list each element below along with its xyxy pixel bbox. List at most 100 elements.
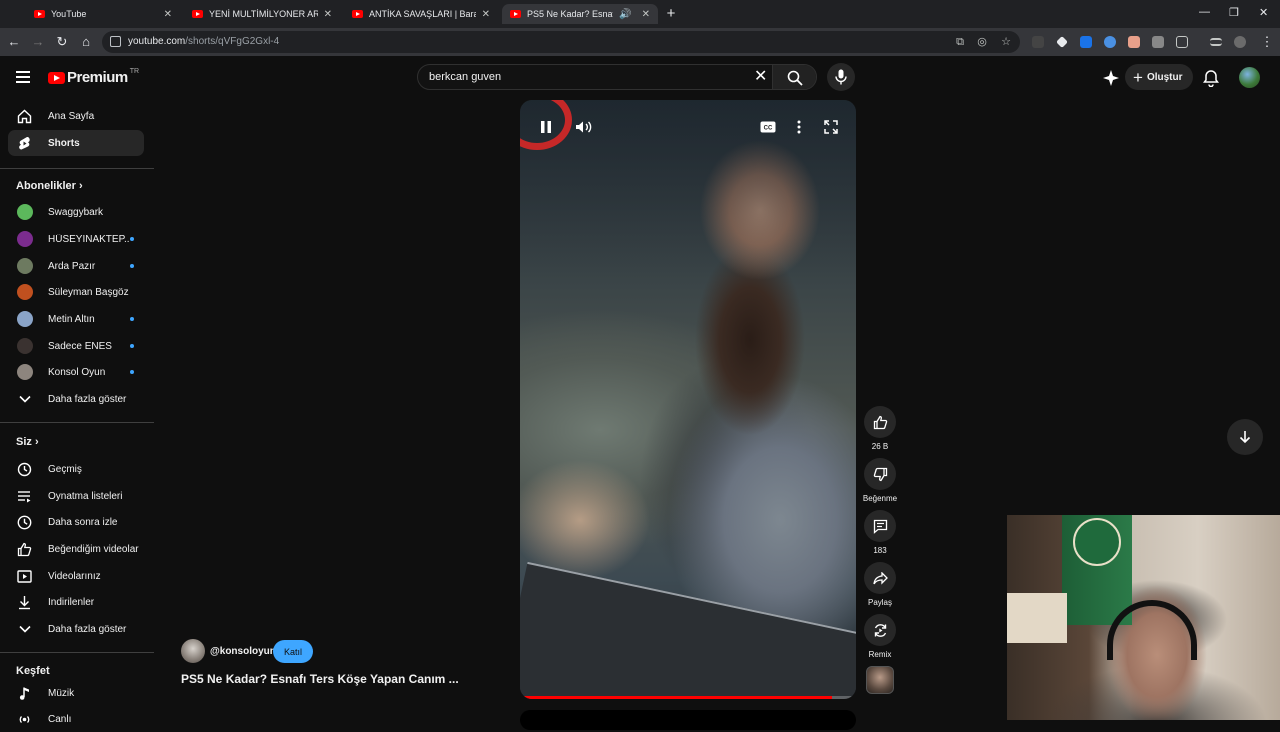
- install-app-icon[interactable]: ⧉: [954, 36, 966, 48]
- show-more-subscriptions[interactable]: Daha fazla göster: [8, 386, 144, 412]
- home-browser-icon[interactable]: ⌂: [78, 34, 94, 50]
- notifications-bell-icon[interactable]: [1202, 69, 1220, 87]
- search-box[interactable]: berkcan guven ✕: [417, 64, 817, 90]
- reading-list-icon[interactable]: [1210, 38, 1222, 46]
- restore-icon[interactable]: ❐: [1229, 6, 1239, 19]
- sidebar-subscription[interactable]: Metin Altın: [8, 306, 144, 332]
- close-tab-icon[interactable]: ✕: [324, 9, 332, 20]
- comments-button[interactable]: [864, 510, 896, 542]
- sound-thumbnail[interactable]: [866, 666, 894, 694]
- search-input[interactable]: berkcan guven: [429, 71, 501, 83]
- close-tab-icon[interactable]: ✕: [642, 9, 650, 20]
- sidebar-subscription[interactable]: HÜSEYİNAKTEP...: [8, 226, 144, 252]
- clear-search-icon[interactable]: ✕: [754, 68, 767, 86]
- extension-icon[interactable]: [1128, 36, 1140, 48]
- remix-action[interactable]: Remix: [862, 614, 898, 659]
- voice-search-button[interactable]: [827, 63, 855, 91]
- close-tab-icon[interactable]: ✕: [482, 9, 490, 20]
- channel-avatar[interactable]: [181, 639, 205, 663]
- extension-icon[interactable]: [1104, 36, 1116, 48]
- new-content-dot: [130, 264, 134, 268]
- download-icon: [17, 595, 32, 610]
- more-options-button[interactable]: [790, 118, 808, 136]
- sidebar-item-downloads[interactable]: İndirilenler: [8, 589, 144, 615]
- browser-tab[interactable]: YouTube ✕: [26, 4, 180, 24]
- thumbs-up-icon: [17, 542, 32, 557]
- channel-name[interactable]: @konsoloyun: [210, 646, 276, 657]
- sidebar-item-live[interactable]: Canlı: [8, 706, 144, 732]
- new-tab-icon[interactable]: +: [662, 5, 680, 23]
- browser-tab-active[interactable]: PS5 Ne Kadar? Esnafı Ters K 🔊 ✕: [502, 4, 658, 24]
- sidebar-subscription[interactable]: Swaggybark: [8, 199, 144, 225]
- extension-icon[interactable]: [1032, 36, 1044, 48]
- search-button[interactable]: [772, 65, 816, 89]
- close-tab-icon[interactable]: ✕: [164, 9, 172, 20]
- browser-tab[interactable]: ANTİKA SAVAŞLARI | Baran Gü ✕: [344, 4, 498, 24]
- join-button[interactable]: Katıl: [273, 640, 313, 663]
- sidebar-item-shorts[interactable]: Shorts: [8, 130, 144, 156]
- bookmark-star-icon[interactable]: ☆: [1000, 36, 1012, 48]
- video-progress-bar[interactable]: [520, 696, 856, 699]
- sidebar-item-your-videos[interactable]: Videolarınız: [8, 563, 144, 589]
- volume-button[interactable]: [575, 118, 593, 136]
- ai-sparkle-icon[interactable]: [1102, 69, 1120, 87]
- short-title[interactable]: PS5 Ne Kadar? Esnafı Ters Köşe Yapan Can…: [181, 672, 481, 686]
- minimize-icon[interactable]: —: [1199, 6, 1210, 18]
- captions-button[interactable]: CC: [759, 118, 777, 136]
- sidebar-item-history[interactable]: Geçmiş: [8, 456, 144, 482]
- forward-icon[interactable]: →: [30, 34, 46, 50]
- show-more-you[interactable]: Daha fazla göster: [8, 616, 144, 642]
- speaker-icon[interactable]: 🔊: [619, 9, 631, 20]
- sidebar-item-music[interactable]: Müzik: [8, 680, 144, 706]
- channel-avatar: [17, 284, 33, 300]
- address-bar[interactable]: youtube.com/shorts/qVFgG2Gxl-4 ⧉ ◎ ☆: [102, 31, 1020, 53]
- pause-button[interactable]: [537, 118, 555, 136]
- youtube-favicon-icon: [352, 10, 363, 18]
- extension-icon[interactable]: [1056, 36, 1068, 48]
- reload-icon[interactable]: ↻: [54, 34, 70, 50]
- youtube-premium-logo[interactable]: Premium TR: [48, 68, 139, 86]
- sidebar-item-home[interactable]: Ana Sayfa: [8, 103, 144, 129]
- remix-button[interactable]: [864, 614, 896, 646]
- celtics-logo-icon: [1073, 518, 1121, 566]
- plus-icon: +: [1133, 67, 1143, 87]
- sidebar-subscription[interactable]: Sadece ENES: [8, 333, 144, 359]
- sidebar-item-playlists[interactable]: Oynatma listeleri: [8, 483, 144, 509]
- subscriptions-heading[interactable]: Abonelikler ›: [16, 180, 83, 192]
- you-heading[interactable]: Siz ›: [16, 436, 39, 448]
- sidebar-subscription[interactable]: Süleyman Başgöz: [8, 279, 144, 305]
- sidebar-subscription[interactable]: Arda Pazır: [8, 253, 144, 279]
- fullscreen-button[interactable]: [822, 118, 840, 136]
- arrow-down-icon: [1239, 431, 1251, 444]
- back-icon[interactable]: ←: [6, 34, 22, 50]
- like-button[interactable]: [864, 406, 896, 438]
- dislike-button[interactable]: [864, 458, 896, 490]
- extension-icon[interactable]: [1152, 36, 1164, 48]
- site-info-icon[interactable]: [110, 36, 121, 47]
- close-window-icon[interactable]: ✕: [1259, 6, 1268, 19]
- dislike-label: Beğenme: [862, 494, 898, 503]
- extension-icon[interactable]: [1080, 36, 1092, 48]
- shorts-video-player[interactable]: CC: [520, 100, 856, 699]
- dislike-action[interactable]: Beğenme: [862, 458, 898, 503]
- youtube-favicon-icon: [510, 10, 521, 18]
- browser-tab[interactable]: YENİ MULTİMİLYONER ARABAM ✕: [184, 4, 340, 24]
- next-short-button[interactable]: [1227, 419, 1263, 455]
- sidebar-item-liked-videos[interactable]: Beğendiğim videolar: [8, 536, 144, 562]
- sidebar-subscription[interactable]: Konsol Oyun: [8, 359, 144, 385]
- sidebar-item-watch-later[interactable]: Daha sonra izle: [8, 509, 144, 535]
- share-button[interactable]: [864, 562, 896, 594]
- account-avatar[interactable]: [1239, 67, 1260, 88]
- tracking-protection-icon[interactable]: ◎: [976, 36, 988, 48]
- youtube-favicon-icon: [34, 10, 45, 18]
- menu-icon[interactable]: [16, 71, 30, 83]
- youtube-logo-icon: [48, 71, 65, 84]
- browser-menu-icon[interactable]: ⋮: [1259, 34, 1275, 50]
- comments-action[interactable]: 183: [862, 510, 898, 555]
- like-action[interactable]: 26 B: [862, 406, 898, 451]
- create-button[interactable]: + Oluştur: [1125, 64, 1193, 90]
- extensions-puzzle-icon[interactable]: [1176, 36, 1188, 48]
- next-short-preview[interactable]: [520, 710, 856, 730]
- share-action[interactable]: Paylaş: [862, 562, 898, 607]
- profile-icon[interactable]: [1234, 36, 1246, 48]
